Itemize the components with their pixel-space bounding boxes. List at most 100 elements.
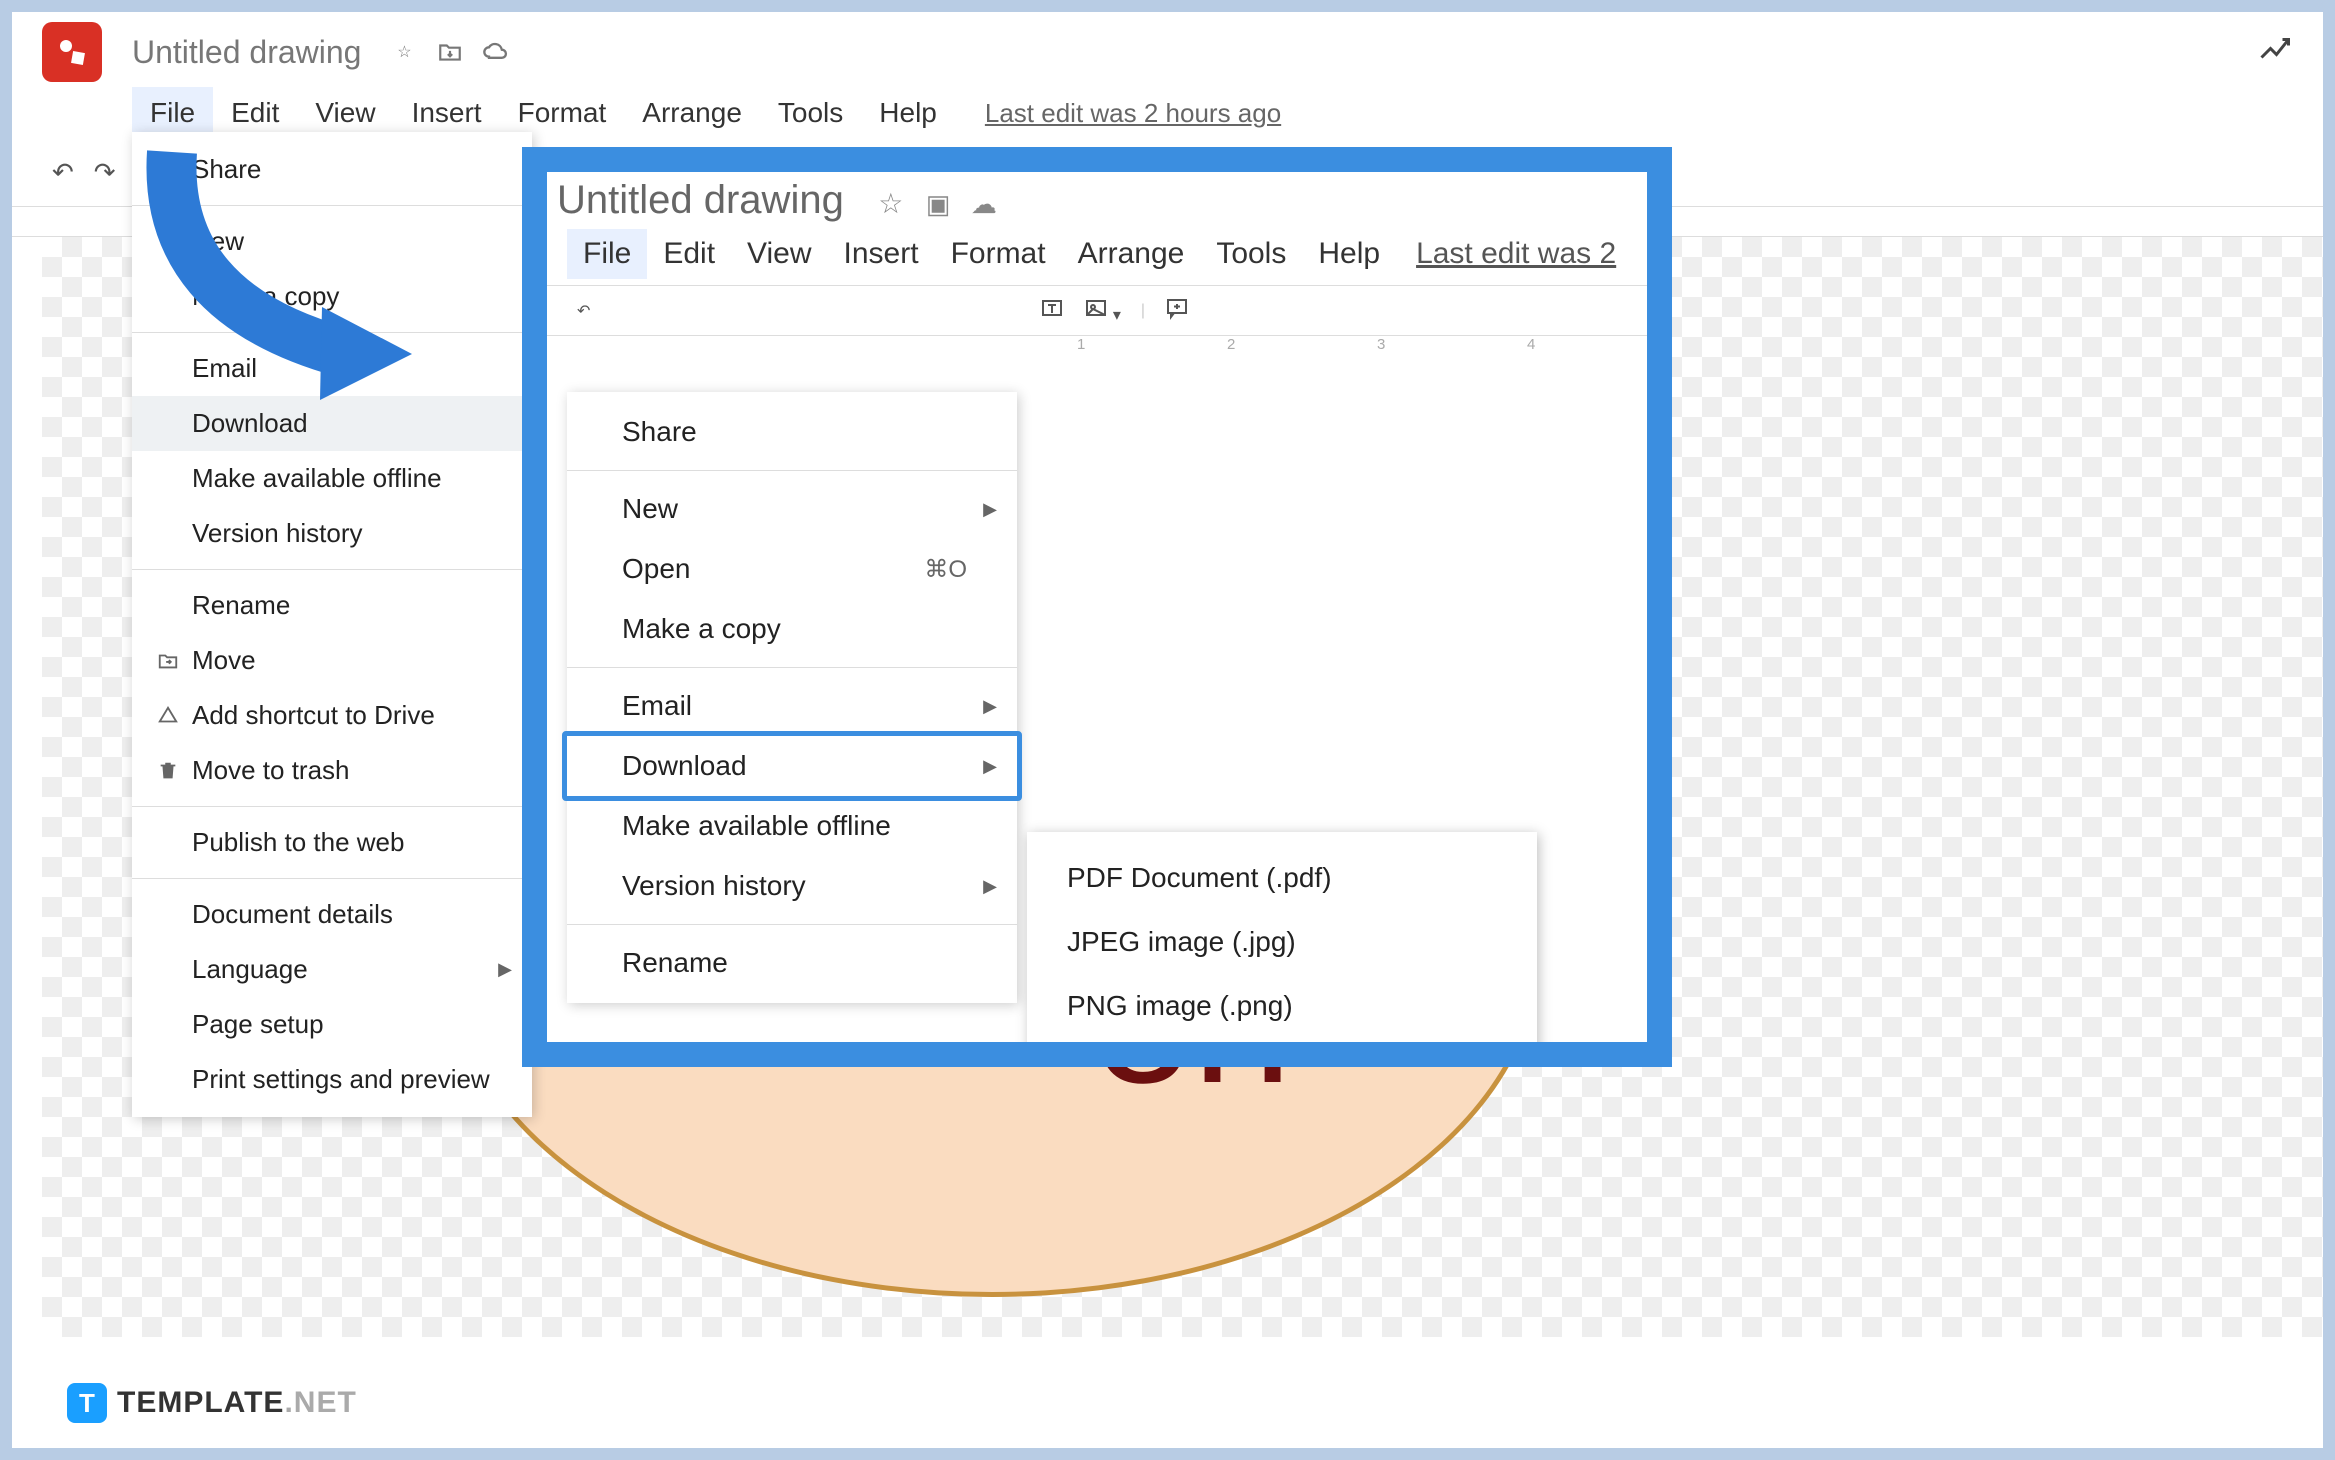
ruler-tick: 1 xyxy=(1077,336,1085,353)
menu-language[interactable]: Language ▶ xyxy=(132,942,532,997)
inset-menu-make-copy[interactable]: Make a copy xyxy=(567,599,1017,659)
separator xyxy=(132,806,532,807)
shortcut-label: ⌘O xyxy=(924,555,967,584)
inset-menu-email[interactable]: Email ▶ xyxy=(567,676,1017,736)
chevron-right-icon: ▶ xyxy=(498,959,512,980)
ruler-tick: 4 xyxy=(1527,336,1535,353)
menu-rename[interactable]: Rename xyxy=(132,578,532,633)
submenu-pdf[interactable]: PDF Document (.pdf) xyxy=(1027,846,1537,910)
separator xyxy=(132,878,532,879)
label: Make available offline xyxy=(192,463,442,494)
separator xyxy=(567,924,1017,925)
menu-help[interactable]: Help xyxy=(861,87,955,139)
undo-icon[interactable]: ↶ xyxy=(42,149,84,196)
menu-print-settings[interactable]: Print settings and preview xyxy=(132,1052,532,1107)
inset-file-dropdown: Share New▶ Open⌘O Make a copy Email▶ Dow… xyxy=(567,392,1017,1003)
cloud-icon[interactable]: ☁ xyxy=(971,189,997,219)
inset-menu-edit[interactable]: Edit xyxy=(647,229,731,279)
document-title[interactable]: Untitled drawing xyxy=(132,34,361,71)
app-logo-icon[interactable] xyxy=(42,22,102,82)
label: Open xyxy=(622,553,691,585)
menu-tools[interactable]: Tools xyxy=(760,87,861,139)
label: Version history xyxy=(622,870,806,902)
inset-menu-arrange[interactable]: Arrange xyxy=(1062,229,1201,279)
menu-move-trash[interactable]: Move to trash xyxy=(132,743,532,798)
menu-doc-details[interactable]: Document details xyxy=(132,887,532,942)
textbox-icon[interactable] xyxy=(1040,296,1064,325)
inset-menu-insert[interactable]: Insert xyxy=(828,229,935,279)
drive-shortcut-icon xyxy=(157,705,192,727)
inset-menu-rename[interactable]: Rename xyxy=(567,933,1017,993)
folder-move-icon xyxy=(157,650,192,672)
activity-icon[interactable] xyxy=(2257,32,2293,73)
inset-menu-open[interactable]: Open ⌘O xyxy=(567,539,1017,599)
label: Download xyxy=(622,750,747,782)
label: Move xyxy=(192,645,256,676)
inset-last-edit-link[interactable]: Last edit was 2 xyxy=(1416,237,1616,271)
inset-menu-version-history[interactable]: Version history▶ xyxy=(567,856,1017,916)
inset-ruler: 1 2 3 4 xyxy=(547,336,1647,364)
menu-move[interactable]: Move xyxy=(132,633,532,688)
label: Publish to the web xyxy=(192,827,404,858)
separator xyxy=(567,470,1017,471)
star-icon[interactable]: ☆ xyxy=(389,37,419,67)
image-icon[interactable]: ▾ xyxy=(1084,296,1120,325)
watermark: T TEMPLATE.NET xyxy=(67,1383,357,1423)
label: New xyxy=(622,493,678,525)
star-icon[interactable]: ☆ xyxy=(878,188,903,219)
inset-menu-format[interactable]: Format xyxy=(935,229,1062,279)
submenu-svg[interactable]: Scalable Vector Graphics (.svg) xyxy=(1027,1038,1537,1042)
separator xyxy=(132,569,532,570)
trash-icon xyxy=(157,760,192,782)
cloud-icon[interactable] xyxy=(481,37,511,67)
comment-icon[interactable] xyxy=(1165,296,1189,325)
tutorial-inset-panel: Untitled drawing ☆ ▣ ☁ File Edit View In… xyxy=(522,147,1672,1067)
move-folder-icon[interactable] xyxy=(435,37,465,67)
menu-version-history[interactable]: Version history xyxy=(132,506,532,561)
app-window: Untitled drawing ☆ File Edit View Insert… xyxy=(12,12,2323,1448)
redo-icon[interactable]: ↷ xyxy=(84,149,126,196)
watermark-badge-icon: T xyxy=(67,1383,107,1423)
label: Email xyxy=(622,690,692,722)
inset-window: Untitled drawing ☆ ▣ ☁ File Edit View In… xyxy=(547,172,1647,1042)
label: Language xyxy=(192,954,308,985)
label: Add shortcut to Drive xyxy=(192,700,435,731)
submenu-jpeg[interactable]: JPEG image (.jpg) xyxy=(1027,910,1537,974)
title-bar: Untitled drawing ☆ xyxy=(12,12,2323,87)
menu-page-setup[interactable]: Page setup xyxy=(132,997,532,1052)
inset-menu-offline[interactable]: Make available offline xyxy=(567,796,1017,856)
label: Share xyxy=(622,416,697,448)
label: Print settings and preview xyxy=(192,1064,490,1095)
inset-menu-new[interactable]: New▶ xyxy=(567,479,1017,539)
label: Move to trash xyxy=(192,755,350,786)
inset-menu-help[interactable]: Help xyxy=(1302,229,1396,279)
label: Make a copy xyxy=(622,613,781,645)
menu-offline[interactable]: Make available offline xyxy=(132,451,532,506)
inset-menu-download[interactable]: Download ▶ xyxy=(562,731,1022,801)
separator xyxy=(567,667,1017,668)
label: Rename xyxy=(192,590,290,621)
move-folder-icon[interactable]: ▣ xyxy=(926,189,951,219)
menu-publish[interactable]: Publish to the web xyxy=(132,815,532,870)
inset-doc-title: Untitled drawing xyxy=(547,178,864,222)
label: Rename xyxy=(622,947,728,979)
inset-menu-share[interactable]: Share xyxy=(567,402,1017,462)
menu-add-shortcut[interactable]: Add shortcut to Drive xyxy=(132,688,532,743)
label: Make available offline xyxy=(622,810,891,842)
ruler-tick: 2 xyxy=(1227,336,1235,353)
label: Document details xyxy=(192,899,393,930)
watermark-text: TEMPLATE.NET xyxy=(117,1386,357,1420)
inset-menu-tools[interactable]: Tools xyxy=(1200,229,1302,279)
last-edit-link[interactable]: Last edit was 2 hours ago xyxy=(985,98,1281,129)
chevron-right-icon: ▶ xyxy=(983,696,997,717)
inset-menu-view[interactable]: View xyxy=(731,229,827,279)
chevron-right-icon: ▶ xyxy=(983,756,997,777)
submenu-png[interactable]: PNG image (.png) xyxy=(1027,974,1537,1038)
menu-arrange[interactable]: Arrange xyxy=(624,87,760,139)
inset-toolbar: ↶ ▾ | xyxy=(547,285,1647,336)
inset-menu-file[interactable]: File xyxy=(567,229,647,279)
download-submenu: PDF Document (.pdf) JPEG image (.jpg) PN… xyxy=(1027,832,1537,1042)
label: Version history xyxy=(192,518,363,549)
undo-icon[interactable]: ↶ xyxy=(577,301,590,321)
label: Page setup xyxy=(192,1009,324,1040)
